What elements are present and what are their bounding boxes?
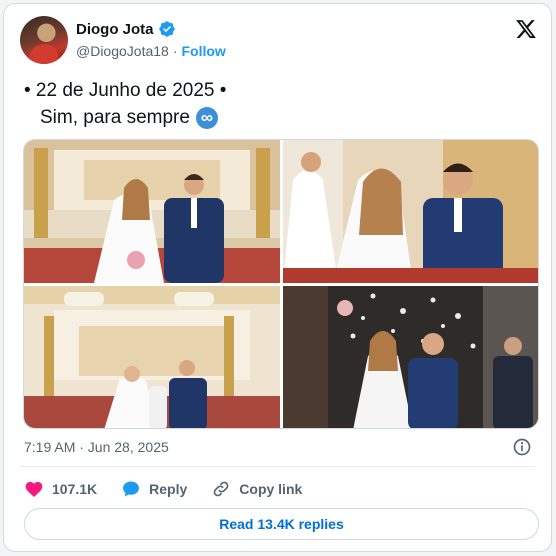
- reply-label: Reply: [149, 481, 188, 497]
- wedding-photo-1[interactable]: [24, 140, 280, 283]
- tweet-header: Diogo Jota @DiogoJota18 · Follow: [20, 16, 537, 68]
- like-button[interactable]: 107.1K: [24, 479, 97, 499]
- separator: ·: [172, 43, 178, 59]
- heart-icon: [25, 481, 43, 497]
- reply-button[interactable]: Reply: [121, 479, 187, 499]
- info-icon[interactable]: [512, 437, 532, 457]
- reply-icon: [123, 481, 140, 497]
- name-row: Diogo Jota: [76, 20, 176, 38]
- read-replies-button[interactable]: Read 13.4K replies: [24, 508, 539, 540]
- action-bar: 107.1K Reply Copy link: [24, 478, 326, 500]
- avatar[interactable]: [20, 16, 68, 64]
- wedding-photo-4[interactable]: [283, 286, 538, 428]
- divider: [20, 466, 535, 467]
- tweet-line-2: Sim, para sempre: [40, 107, 190, 128]
- tweet-timestamp[interactable]: 7:19 AM · Jun 28, 2025: [24, 439, 169, 455]
- wedding-photo-3[interactable]: [24, 286, 280, 428]
- tweet-text: • 22 de Junho de 2025 • Sim, para sempre…: [24, 77, 226, 131]
- handle-row: @DiogoJota18 · Follow: [76, 43, 226, 59]
- tweet-line-1: • 22 de Junho de 2025 •: [24, 80, 227, 101]
- verified-badge-icon: [158, 21, 175, 37]
- infinity-emoji-icon: ∞: [195, 106, 218, 129]
- wedding-photo-2[interactable]: [283, 140, 538, 283]
- copy-link-button[interactable]: Copy link: [211, 479, 302, 499]
- tweet-line-2-row: Sim, para sempre ∞: [24, 104, 226, 131]
- handle[interactable]: @DiogoJota18: [76, 43, 169, 59]
- display-name[interactable]: Diogo Jota: [76, 21, 154, 38]
- follow-button[interactable]: Follow: [182, 43, 226, 59]
- photo-grid: [23, 139, 539, 429]
- link-icon: [213, 481, 229, 497]
- copy-link-label: Copy link: [239, 481, 303, 497]
- like-count: 107.1K: [52, 481, 98, 497]
- x-logo-icon[interactable]: [515, 18, 537, 40]
- tweet-card: Diogo Jota @DiogoJota18 · Follow • 22 de…: [3, 3, 552, 552]
